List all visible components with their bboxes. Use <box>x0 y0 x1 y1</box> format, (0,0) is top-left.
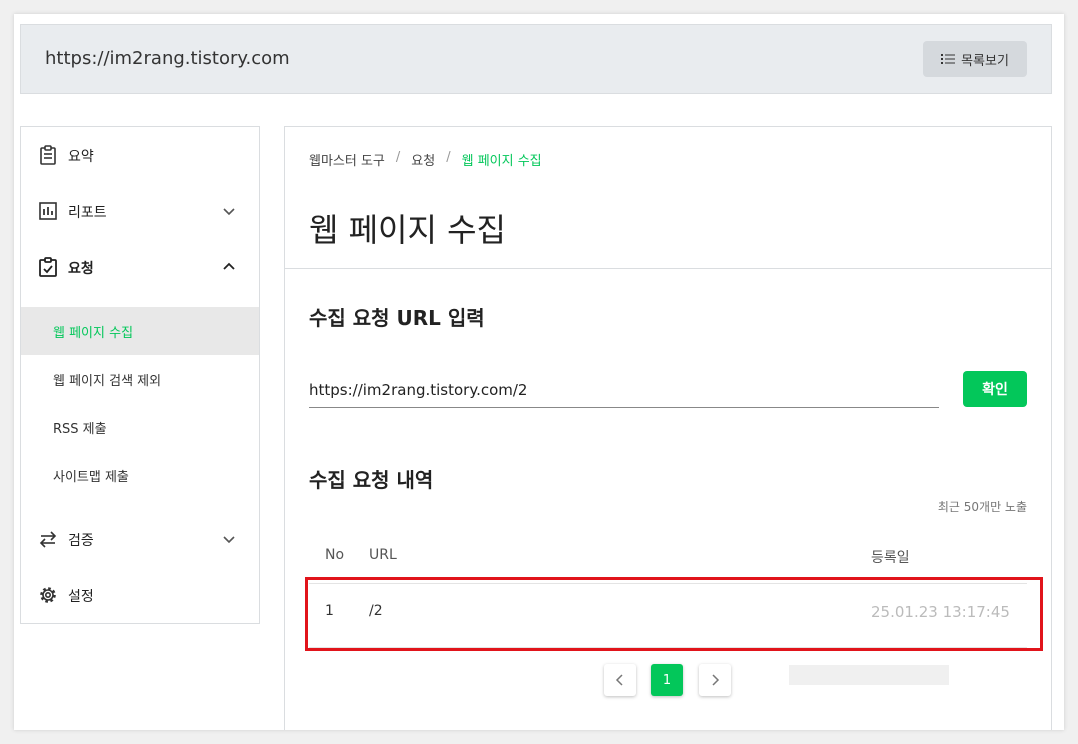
swap-arrows-icon <box>39 531 57 548</box>
sidebar-subitem-label: 웹 페이지 검색 제외 <box>53 374 162 389</box>
url-input[interactable] <box>309 372 939 408</box>
sidebar-subitem-sitemap[interactable]: 사이트맵 제출 <box>21 451 259 499</box>
chevron-up-icon <box>223 262 235 270</box>
confirm-button[interactable]: 확인 <box>963 371 1027 407</box>
sidebar-item-settings[interactable]: 설정 <box>21 575 259 615</box>
list-icon <box>941 54 956 64</box>
sidebar-subitem-exclude-search[interactable]: 웹 페이지 검색 제외 <box>21 355 259 403</box>
sidebar-item-request[interactable]: 요청 <box>21 247 259 287</box>
sidebar-item-report[interactable]: 리포트 <box>21 191 259 231</box>
sidebar-subitem-label: RSS 제출 <box>53 422 107 437</box>
sidebar-item-label: 검증 <box>68 533 94 549</box>
divider <box>285 268 1051 269</box>
page-title: 웹 페이지 수집 <box>309 211 506 249</box>
history-section-title: 수집 요청 내역 <box>309 468 434 492</box>
recent-note: 최근 50개만 노출 <box>937 500 1027 514</box>
sidebar-item-label: 요약 <box>68 149 94 165</box>
sidebar-subitem-web-page-collect[interactable]: 웹 페이지 수집 <box>21 307 259 355</box>
sidebar-item-label: 요청 <box>68 261 94 277</box>
list-view-label: 목록보기 <box>961 53 1009 69</box>
site-url: https://im2rang.tistory.com <box>45 48 290 69</box>
sidebar-subitem-rss[interactable]: RSS 제출 <box>21 403 259 451</box>
gear-icon <box>40 587 56 603</box>
breadcrumb-separator: / <box>395 150 401 165</box>
sidebar-item-verify[interactable]: 검증 <box>21 519 259 559</box>
report-chart-icon <box>39 202 57 220</box>
highlight-box <box>305 577 1043 651</box>
page-button-current[interactable]: 1 <box>651 664 683 696</box>
main-panel: 웹마스터 도구 / 요청 / 웹 페이지 수집 웹 페이지 수집 수집 요청 U… <box>284 126 1052 730</box>
watermark <box>789 665 949 685</box>
next-page-button[interactable] <box>699 664 731 696</box>
breadcrumb: 웹마스터 도구 / 요청 / 웹 페이지 수집 <box>309 150 542 169</box>
breadcrumb-separator: / <box>446 150 451 165</box>
sidebar-item-summary[interactable]: 요약 <box>21 135 259 175</box>
chevron-down-icon <box>223 536 235 544</box>
chevron-down-icon <box>223 208 235 216</box>
clipboard-check-icon <box>39 257 57 277</box>
list-view-button[interactable]: 목록보기 <box>923 41 1027 77</box>
url-input-section-title: 수집 요청 URL 입력 <box>309 306 485 330</box>
breadcrumb-item[interactable]: 웹마스터 도구 <box>309 150 385 169</box>
table-header-no: No <box>325 547 345 563</box>
sidebar-item-label: 설정 <box>68 589 94 605</box>
browser-frame: https://im2rang.tistory.com 목록보기 요약 리포트 … <box>14 14 1064 730</box>
top-bar: https://im2rang.tistory.com 목록보기 <box>20 24 1052 94</box>
table-header-url: URL <box>369 547 397 563</box>
sidebar-subitem-label: 사이트맵 제출 <box>53 470 129 485</box>
sidebar-subitem-label: 웹 페이지 수집 <box>53 326 134 341</box>
chevron-left-icon <box>615 674 623 686</box>
sidebar-item-label: 리포트 <box>68 205 107 221</box>
table-header-date: 등록일 <box>871 550 910 566</box>
prev-page-button[interactable] <box>604 664 636 696</box>
sidebar: 요약 리포트 요청 웹 페이지 수집 웹 페이지 검색 제외 RSS 제출 사이… <box>20 126 260 624</box>
clipboard-icon <box>40 145 56 165</box>
breadcrumb-item[interactable]: 요청 <box>411 150 435 169</box>
breadcrumb-current: 웹 페이지 수집 <box>461 154 542 169</box>
chevron-right-icon <box>712 674 720 686</box>
